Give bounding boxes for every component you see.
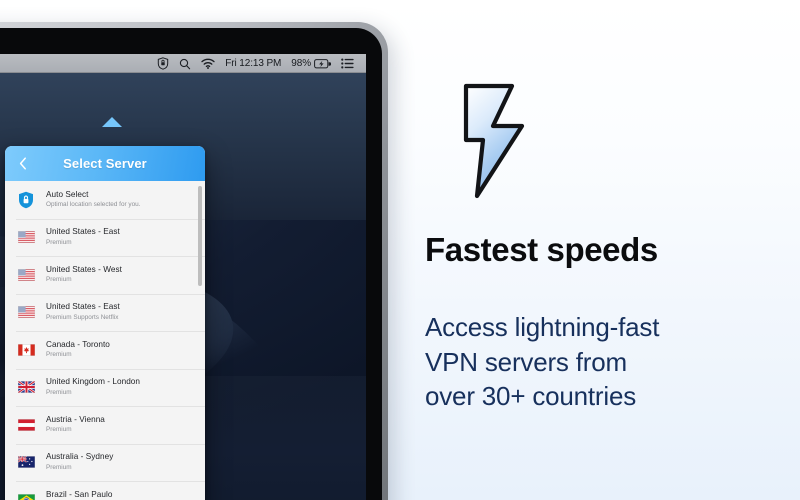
lightning-bolt-icon — [460, 82, 548, 200]
laptop-screen: Fri 12:13 PM 98% Select Server Auto Sele… — [0, 54, 366, 500]
battery-status[interactable]: 98% — [291, 57, 331, 69]
list-item-subtitle: Premium — [46, 426, 72, 434]
list-item-subtitle: Premium Supports Netflix — [46, 313, 119, 321]
flag-icon-us — [16, 268, 36, 281]
spotlight-search-icon[interactable] — [179, 58, 191, 70]
list-scrollbar-thumb[interactable] — [198, 186, 202, 286]
battery-charging-icon — [314, 58, 331, 69]
list-item[interactable]: Canada - Toronto Premium — [5, 331, 205, 369]
flag-icon-au — [16, 456, 36, 469]
list-item-text: Australia - Sydney Premium — [46, 452, 113, 472]
flag-icon-at — [16, 418, 36, 431]
list-item-text: United States - East Premium — [46, 227, 120, 247]
list-scrollbar[interactable] — [198, 186, 202, 286]
list-item-title: United Kingdom - London — [46, 377, 141, 387]
list-item-text: United Kingdom - London Premium — [46, 377, 140, 397]
wifi-icon[interactable] — [201, 58, 215, 69]
back-chevron-icon[interactable] — [16, 157, 30, 171]
list-item-subtitle: Premium — [46, 238, 72, 246]
menu-bar-clock[interactable]: Fri 12:13 PM — [225, 57, 282, 69]
list-item[interactable]: United States - West Premium — [5, 256, 205, 294]
list-item-title: Canada - Toronto — [46, 339, 110, 349]
page-title: Fastest speeds — [425, 231, 658, 268]
list-item-subtitle: Premium — [46, 463, 72, 471]
control-center-icon[interactable] — [341, 58, 354, 69]
list-item-text: United States - East Premium Supports Ne… — [46, 302, 120, 322]
list-item[interactable]: United Kingdom - London Premium — [5, 368, 205, 407]
clock-label: Fri 12:13 PM — [225, 57, 282, 69]
list-item-text: Auto Select Optimal location selected fo… — [46, 190, 141, 210]
list-item-title: United States - East — [46, 227, 120, 237]
list-item-title: United States - East — [46, 302, 120, 312]
list-item[interactable]: United States - East Premium — [5, 218, 205, 257]
marketing-body-line-3: over 30+ countries — [425, 381, 637, 412]
battery-percent-label: 98% — [291, 57, 311, 69]
select-server-popover: Select Server Auto Select Optimal locati… — [5, 146, 205, 500]
flag-icon-gb — [16, 381, 36, 394]
list-item[interactable]: Auto Select Optimal location selected fo… — [5, 181, 205, 219]
list-item[interactable]: Australia - Sydney Premium — [5, 443, 205, 482]
panel-header: Select Server — [5, 146, 205, 181]
screenshot-stage: Fri 12:13 PM 98% Select Server Auto Sele… — [0, 0, 800, 500]
list-item-text: Brazil - San Paulo Premium — [46, 490, 112, 500]
list-item-subtitle: Premium — [46, 351, 72, 359]
marketing-body-line-1: Access lightning-fast — [425, 312, 660, 342]
marketing-body-line-2: VPN servers from — [425, 346, 627, 377]
list-item-text: United States - West Premium — [46, 265, 122, 285]
macos-menu-bar: Fri 12:13 PM 98% — [0, 54, 366, 73]
list-item-subtitle: Optimal location selected for you. — [46, 201, 141, 209]
flag-icon-us — [16, 306, 36, 319]
panel-title: Select Server — [63, 156, 147, 171]
list-item-title: Brazil - San Paulo — [46, 489, 113, 499]
list-item-text: Austria - Vienna Premium — [46, 415, 105, 435]
shield-lock-icon — [16, 191, 36, 209]
list-item[interactable]: United States - East Premium Supports Ne… — [5, 293, 205, 332]
list-item[interactable]: Brazil - San Paulo Premium — [5, 481, 205, 500]
popover-pointer-arrow — [102, 117, 122, 127]
flag-icon-us — [16, 231, 36, 244]
flag-icon-ca — [16, 343, 36, 356]
list-item-title: United States - West — [46, 264, 122, 274]
marketing-body: Access lightning-fast VPN servers from o… — [425, 310, 659, 414]
laptop-mockup: Fri 12:13 PM 98% Select Server Auto Sele… — [0, 22, 388, 500]
vpn-shield-icon[interactable] — [157, 57, 169, 70]
flag-icon-br — [16, 493, 36, 500]
list-item-title: Australia - Sydney — [46, 452, 114, 462]
list-item-subtitle: Premium — [46, 276, 72, 284]
list-item-title: Austria - Vienna — [46, 414, 105, 424]
server-list[interactable]: Auto Select Optimal location selected fo… — [5, 181, 205, 500]
list-item-title: Auto Select — [46, 189, 89, 199]
list-item-text: Canada - Toronto Premium — [46, 340, 110, 360]
list-item-subtitle: Premium — [46, 388, 72, 396]
list-item[interactable]: Austria - Vienna Premium — [5, 406, 205, 444]
